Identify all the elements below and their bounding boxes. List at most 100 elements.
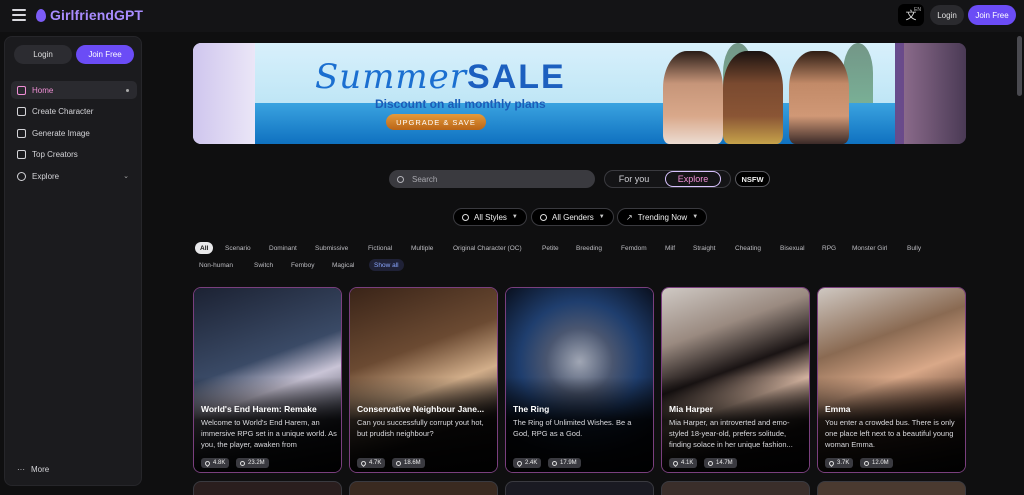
sidebar-item-generate-image[interactable]: Generate Image — [11, 124, 137, 142]
sidebar-join-button[interactable]: Join Free — [76, 45, 134, 64]
chat-icon — [240, 460, 245, 466]
card-title: World's End Harem: Remake — [201, 404, 317, 414]
model-figure-image — [723, 51, 783, 144]
tag-chip[interactable]: All — [195, 242, 214, 254]
tag-chip[interactable]: Submissive — [315, 242, 348, 254]
sidebar-item-create-character[interactable]: Create Character — [11, 102, 137, 120]
tag-chip[interactable]: Petite — [542, 242, 559, 254]
card-description: Mia Harper, an introverted and emo-style… — [669, 418, 793, 449]
card-description: The Ring of Unlimited Wishes. Be a God, … — [513, 418, 632, 438]
header-join-button[interactable]: Join Free — [968, 5, 1016, 25]
character-card[interactable]: The Ring The Ring of Unlimited Wishes. B… — [505, 287, 654, 473]
gender-icon — [540, 213, 547, 221]
tag-chip[interactable]: Bisexual — [780, 242, 805, 254]
language-badge: EN — [914, 7, 921, 13]
logo-icon — [36, 8, 46, 22]
tag-chip[interactable]: Femboy — [291, 259, 314, 271]
styles-dropdown[interactable]: All Styles ▼ — [453, 208, 527, 226]
tag-chip[interactable]: Scenario — [225, 242, 251, 254]
card-title: Emma — [825, 404, 851, 414]
trending-icon: ↗ — [626, 212, 633, 222]
character-card[interactable]: Conservative Neighbour Jane... Can you s… — [349, 287, 498, 473]
tag-chip[interactable]: Straight — [693, 242, 715, 254]
top-bar: GirlfriendGPT 文 EN Login Join Free — [0, 0, 1024, 32]
tag-chip[interactable]: Monster Girl — [852, 242, 887, 254]
tag-chip[interactable]: Non-human — [199, 259, 233, 271]
sidebar-item-home[interactable]: Home — [11, 81, 137, 99]
sidebar-item-top-creators[interactable]: Top Creators — [11, 145, 137, 163]
character-card-next[interactable] — [661, 481, 810, 495]
chat-icon — [552, 460, 557, 466]
chevron-down-icon: ⌄ — [123, 173, 129, 180]
card-title: The Ring — [513, 404, 550, 414]
tab-for-you[interactable]: For you — [605, 171, 663, 187]
brand-logo[interactable]: GirlfriendGPT — [36, 7, 143, 23]
tag-chip[interactable]: Milf — [665, 242, 675, 254]
heart-icon — [827, 459, 836, 467]
tag-chip[interactable]: Breeding — [576, 242, 602, 254]
person-icon — [462, 213, 469, 221]
likes-badge: 4.8K — [201, 458, 230, 468]
tab-explore[interactable]: Explore — [665, 171, 721, 187]
tag-chip[interactable]: Multiple — [411, 242, 433, 254]
character-card[interactable]: World's End Harem: Remake Welcome to Wor… — [193, 287, 342, 473]
tag-chip[interactable]: Fictional — [368, 242, 392, 254]
home-icon — [17, 85, 26, 95]
sidebar: Login Join Free Home Create Character Ge… — [4, 36, 142, 486]
tag-chip[interactable]: Femdom — [621, 242, 647, 254]
translate-icon[interactable]: 文 EN — [898, 4, 924, 26]
tag-chip[interactable]: Cheating — [735, 242, 761, 254]
search-input[interactable]: Search — [389, 170, 595, 188]
sidebar-more-label: More — [31, 465, 50, 474]
upgrade-button[interactable]: UPGRADE & SAVE — [386, 114, 486, 130]
scrollbar[interactable] — [1017, 36, 1022, 96]
user-plus-icon — [17, 106, 26, 116]
character-card-next[interactable] — [193, 481, 342, 495]
compass-icon — [17, 171, 26, 181]
card-description: Can you successfully corrupt yout hot, b… — [357, 418, 484, 438]
dropdown-label: All Genders — [552, 212, 594, 222]
tag-chip[interactable]: Dominant — [269, 242, 297, 254]
card-description: You enter a crowded bus. There is only o… — [825, 418, 955, 449]
likes-badge: 2.4K — [513, 458, 542, 468]
chats-badge: 18.6M — [392, 458, 425, 468]
search-placeholder: Search — [412, 174, 438, 184]
sidebar-item-explore[interactable]: Explore ⌄ — [11, 167, 137, 185]
sidebar-item-label: Explore — [32, 171, 60, 181]
card-title: Conservative Neighbour Jane... — [357, 404, 485, 414]
header-login-button[interactable]: Login — [930, 5, 964, 25]
character-card[interactable]: Emma You enter a crowded bus. There is o… — [817, 287, 966, 473]
search-icon — [397, 175, 404, 183]
tag-chip[interactable]: Original Character (OC) — [453, 242, 522, 254]
tag-chip[interactable]: RPG — [822, 242, 836, 254]
menu-icon[interactable] — [12, 9, 26, 21]
brand-name: GirlfriendGPT — [50, 7, 144, 23]
sidebar-item-label: Generate Image — [32, 128, 90, 138]
tag-chip[interactable]: Magical — [332, 259, 354, 271]
genders-dropdown[interactable]: All Genders ▼ — [531, 208, 614, 226]
character-card[interactable]: Mia Harper Mia Harper, an introverted an… — [661, 287, 810, 473]
sidebar-login-button[interactable]: Login — [14, 45, 72, 64]
character-card-next[interactable] — [505, 481, 654, 495]
banner-title: SummerSALE — [315, 57, 566, 97]
nsfw-toggle[interactable]: NSFW — [735, 171, 770, 187]
sidebar-more[interactable]: ··· More — [17, 465, 49, 474]
ellipsis-icon: ··· — [17, 465, 25, 474]
show-all-tags-link[interactable]: Show all — [369, 259, 404, 271]
tag-chip[interactable]: Bully — [907, 242, 921, 254]
tag-chip[interactable]: Switch — [254, 259, 273, 271]
promo-banner[interactable]: SummerSALE Discount on all monthly plans… — [193, 43, 966, 144]
sidebar-item-label: Home — [32, 85, 54, 95]
chats-badge: 12.0M — [860, 458, 893, 468]
character-card-next[interactable] — [817, 481, 966, 495]
banner-side-image — [904, 43, 966, 144]
trending-dropdown[interactable]: ↗ Trending Now ▼ — [617, 208, 708, 226]
model-figure-image — [789, 51, 849, 144]
dropdown-label: All Styles — [474, 212, 507, 222]
chat-icon — [396, 460, 401, 466]
chevron-down-icon: ▼ — [692, 214, 699, 220]
chats-badge: 14.7M — [704, 458, 737, 468]
chats-badge: 17.9M — [548, 458, 581, 468]
trophy-icon — [17, 149, 26, 159]
character-card-next[interactable] — [349, 481, 498, 495]
